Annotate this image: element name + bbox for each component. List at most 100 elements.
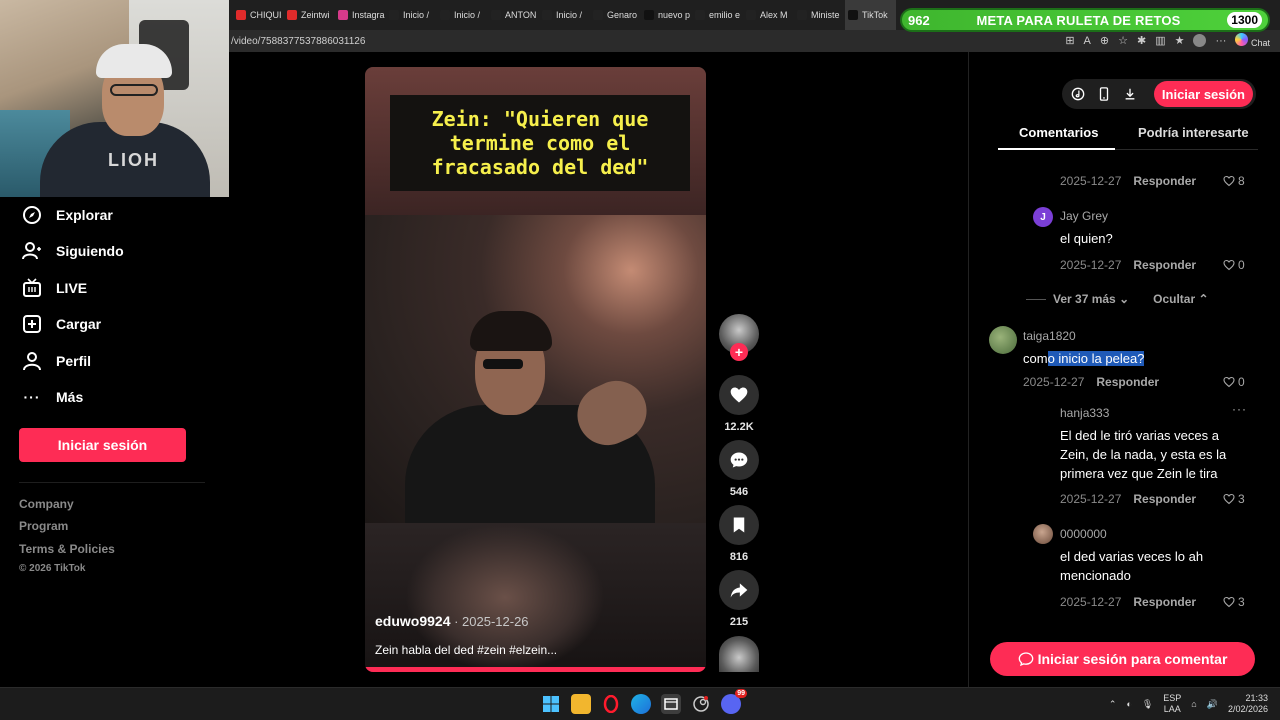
nav-live[interactable]: LIVE [22,277,87,299]
windows-start-icon[interactable] [541,694,561,714]
browser-tab[interactable]: ANTON [488,0,539,30]
video-caption-text: Zein: "Quieren que termine como el fraca… [431,107,649,179]
tab-podria-interesarte[interactable]: Podría interesarte [1138,125,1249,140]
browser-tab[interactable]: Inicio / [437,0,488,30]
microphone-icon[interactable]: 🎙 [1142,699,1153,710]
url-text[interactable]: /video/7588377537886031126 [231,36,365,47]
browser-tab[interactable]: Genaro [590,0,641,30]
file-explorer-icon[interactable] [571,694,591,714]
browser-tab[interactable]: Alex M [743,0,794,30]
obs-studio-icon[interactable] [661,694,681,714]
browser-tab[interactable]: Inicio / [539,0,590,30]
music-disc-avatar[interactable] [719,636,759,672]
zoom-icon[interactable]: ⊕ [1100,34,1109,47]
save-button[interactable] [719,505,759,545]
login-to-comment-button[interactable]: Iniciar sesión para comentar [990,642,1255,676]
comment-username[interactable]: hanja333 [1060,406,1109,420]
browser-menu-icon[interactable]: ··· [1215,35,1226,47]
extension-puzzle-icon[interactable]: ✱ [1137,34,1146,47]
comment-username[interactable]: taiga1820 [1023,329,1076,343]
follow-plus-button[interactable]: + [730,343,748,361]
panel-toolbar: Iniciar sesión [1062,79,1256,109]
save-count: 816 [729,551,749,563]
video-description[interactable]: Zein habla del ded #zein #elzein... [375,643,557,657]
browser-tab[interactable]: Zeintwi [284,0,335,30]
more-dots-icon: ··· [23,389,41,405]
browser-tab[interactable]: emilio e [692,0,743,30]
comment-text: El ded le tiró varias veces a Zein, de l… [1060,428,1227,481]
view-more-replies-button[interactable]: Ver 37 más ⌄ [1053,292,1129,306]
extensions-icon[interactable]: ⊞ [1065,34,1074,47]
favorite-star-icon[interactable]: ☆ [1118,34,1128,47]
comment-username[interactable]: Jay Grey [1060,209,1108,223]
system-clock[interactable]: 21:33 2/02/2026 [1228,693,1268,715]
comment-text: como inicio la pelea? [1023,351,1145,366]
tray-overflow-chevron-icon[interactable]: ⌃ [1109,699,1117,710]
browser-tab[interactable]: nuevo p [641,0,692,30]
tab-comentarios[interactable]: Comentarios [1019,125,1098,140]
download-icon[interactable] [1122,86,1138,102]
network-icon[interactable]: ⌂ [1191,699,1196,709]
comment-button[interactable] [719,440,759,480]
comment-like[interactable]: 0 [1223,258,1245,272]
profile-avatar[interactable] [1193,34,1207,47]
browser-tab[interactable]: CHIQUI [233,0,284,30]
nav-cargar[interactable]: Cargar [22,313,101,335]
browser-tab[interactable]: TikTok [845,0,896,30]
avatar[interactable] [1033,524,1053,544]
hide-replies-button[interactable]: Ocultar ⌃ [1153,292,1208,306]
comment-username[interactable]: 0000000 [1060,527,1107,541]
avatar[interactable]: J [1033,207,1053,227]
author-name[interactable]: eduwo9924 [375,613,450,629]
volume-icon[interactable]: 🔊 [1207,699,1218,710]
browser-tab[interactable]: Inicio / [386,0,437,30]
reply-button[interactable]: Responder [1133,595,1196,609]
copyright: © 2026 TikTok [19,563,86,574]
reply-button[interactable]: Responder [1133,492,1196,506]
reply-button[interactable]: Responder [1096,375,1159,389]
read-aloud-icon[interactable]: A [1084,35,1091,47]
opera-browser-icon[interactable] [601,694,621,714]
copilot-chat-button[interactable]: Chat [1235,33,1270,48]
footer-link-terms[interactable]: Terms & Policies [19,542,115,556]
tray-app-icon[interactable]: ◐ [1126,699,1131,709]
video-progress-bar[interactable] [365,667,706,672]
comment-like[interactable]: 3 [1223,595,1245,609]
edge-browser-icon[interactable] [631,694,651,714]
user-follow-icon [22,241,42,261]
favorites-icon[interactable]: ★ [1175,34,1185,47]
share-button[interactable] [719,570,759,610]
video-player[interactable]: Zein: "Quieren que termine como el fraca… [365,67,706,672]
panel-login-button[interactable]: Iniciar sesión [1153,81,1253,107]
stream-goal-overlay: 962 META PARA RULETA DE RETOS 1300 [900,8,1270,32]
sidebar-divider [19,482,205,483]
address-bar[interactable]: /video/7588377537886031126 ⊞ A ⊕ ☆ ✱ ▥ ★… [229,30,1280,52]
tab-favicon-icon [287,10,297,20]
split-screen-icon[interactable]: ▥ [1155,34,1165,47]
footer-link-company[interactable]: Company [19,497,74,511]
steam-icon[interactable] [691,694,711,714]
nav-siguiendo[interactable]: Siguiendo [22,240,124,262]
nav-perfil[interactable]: Perfil [22,350,91,372]
discord-icon[interactable]: 99 [721,689,747,714]
nav-mas[interactable]: ··· Más [22,386,84,408]
input-language[interactable]: ESP LAA [1163,693,1181,715]
comment-like[interactable]: 3 [1223,492,1245,506]
like-button[interactable] [719,375,759,415]
browser-tab[interactable]: Instagra [335,0,386,30]
sidebar-login-button[interactable]: Iniciar sesión [19,428,186,462]
tiktok-logo-icon[interactable] [1070,86,1086,102]
nav-explorar[interactable]: Explorar [22,204,113,226]
comment-like[interactable]: 0 [1223,375,1245,389]
browser-tab[interactable]: Ministe [794,0,845,30]
video-author[interactable]: eduwo9924 · 2025-12-26 [375,613,529,629]
comment-options-icon[interactable]: ··· [1232,402,1247,416]
mobile-device-icon[interactable] [1096,86,1112,102]
reply-button[interactable]: Responder [1133,174,1196,188]
taskbar-apps: 99 [541,689,747,714]
comment-like[interactable]: 8 [1223,174,1245,188]
avatar[interactable] [989,326,1017,354]
tab-label: Genaro [607,10,638,20]
reply-button[interactable]: Responder [1133,258,1196,272]
footer-link-program[interactable]: Program [19,519,68,533]
